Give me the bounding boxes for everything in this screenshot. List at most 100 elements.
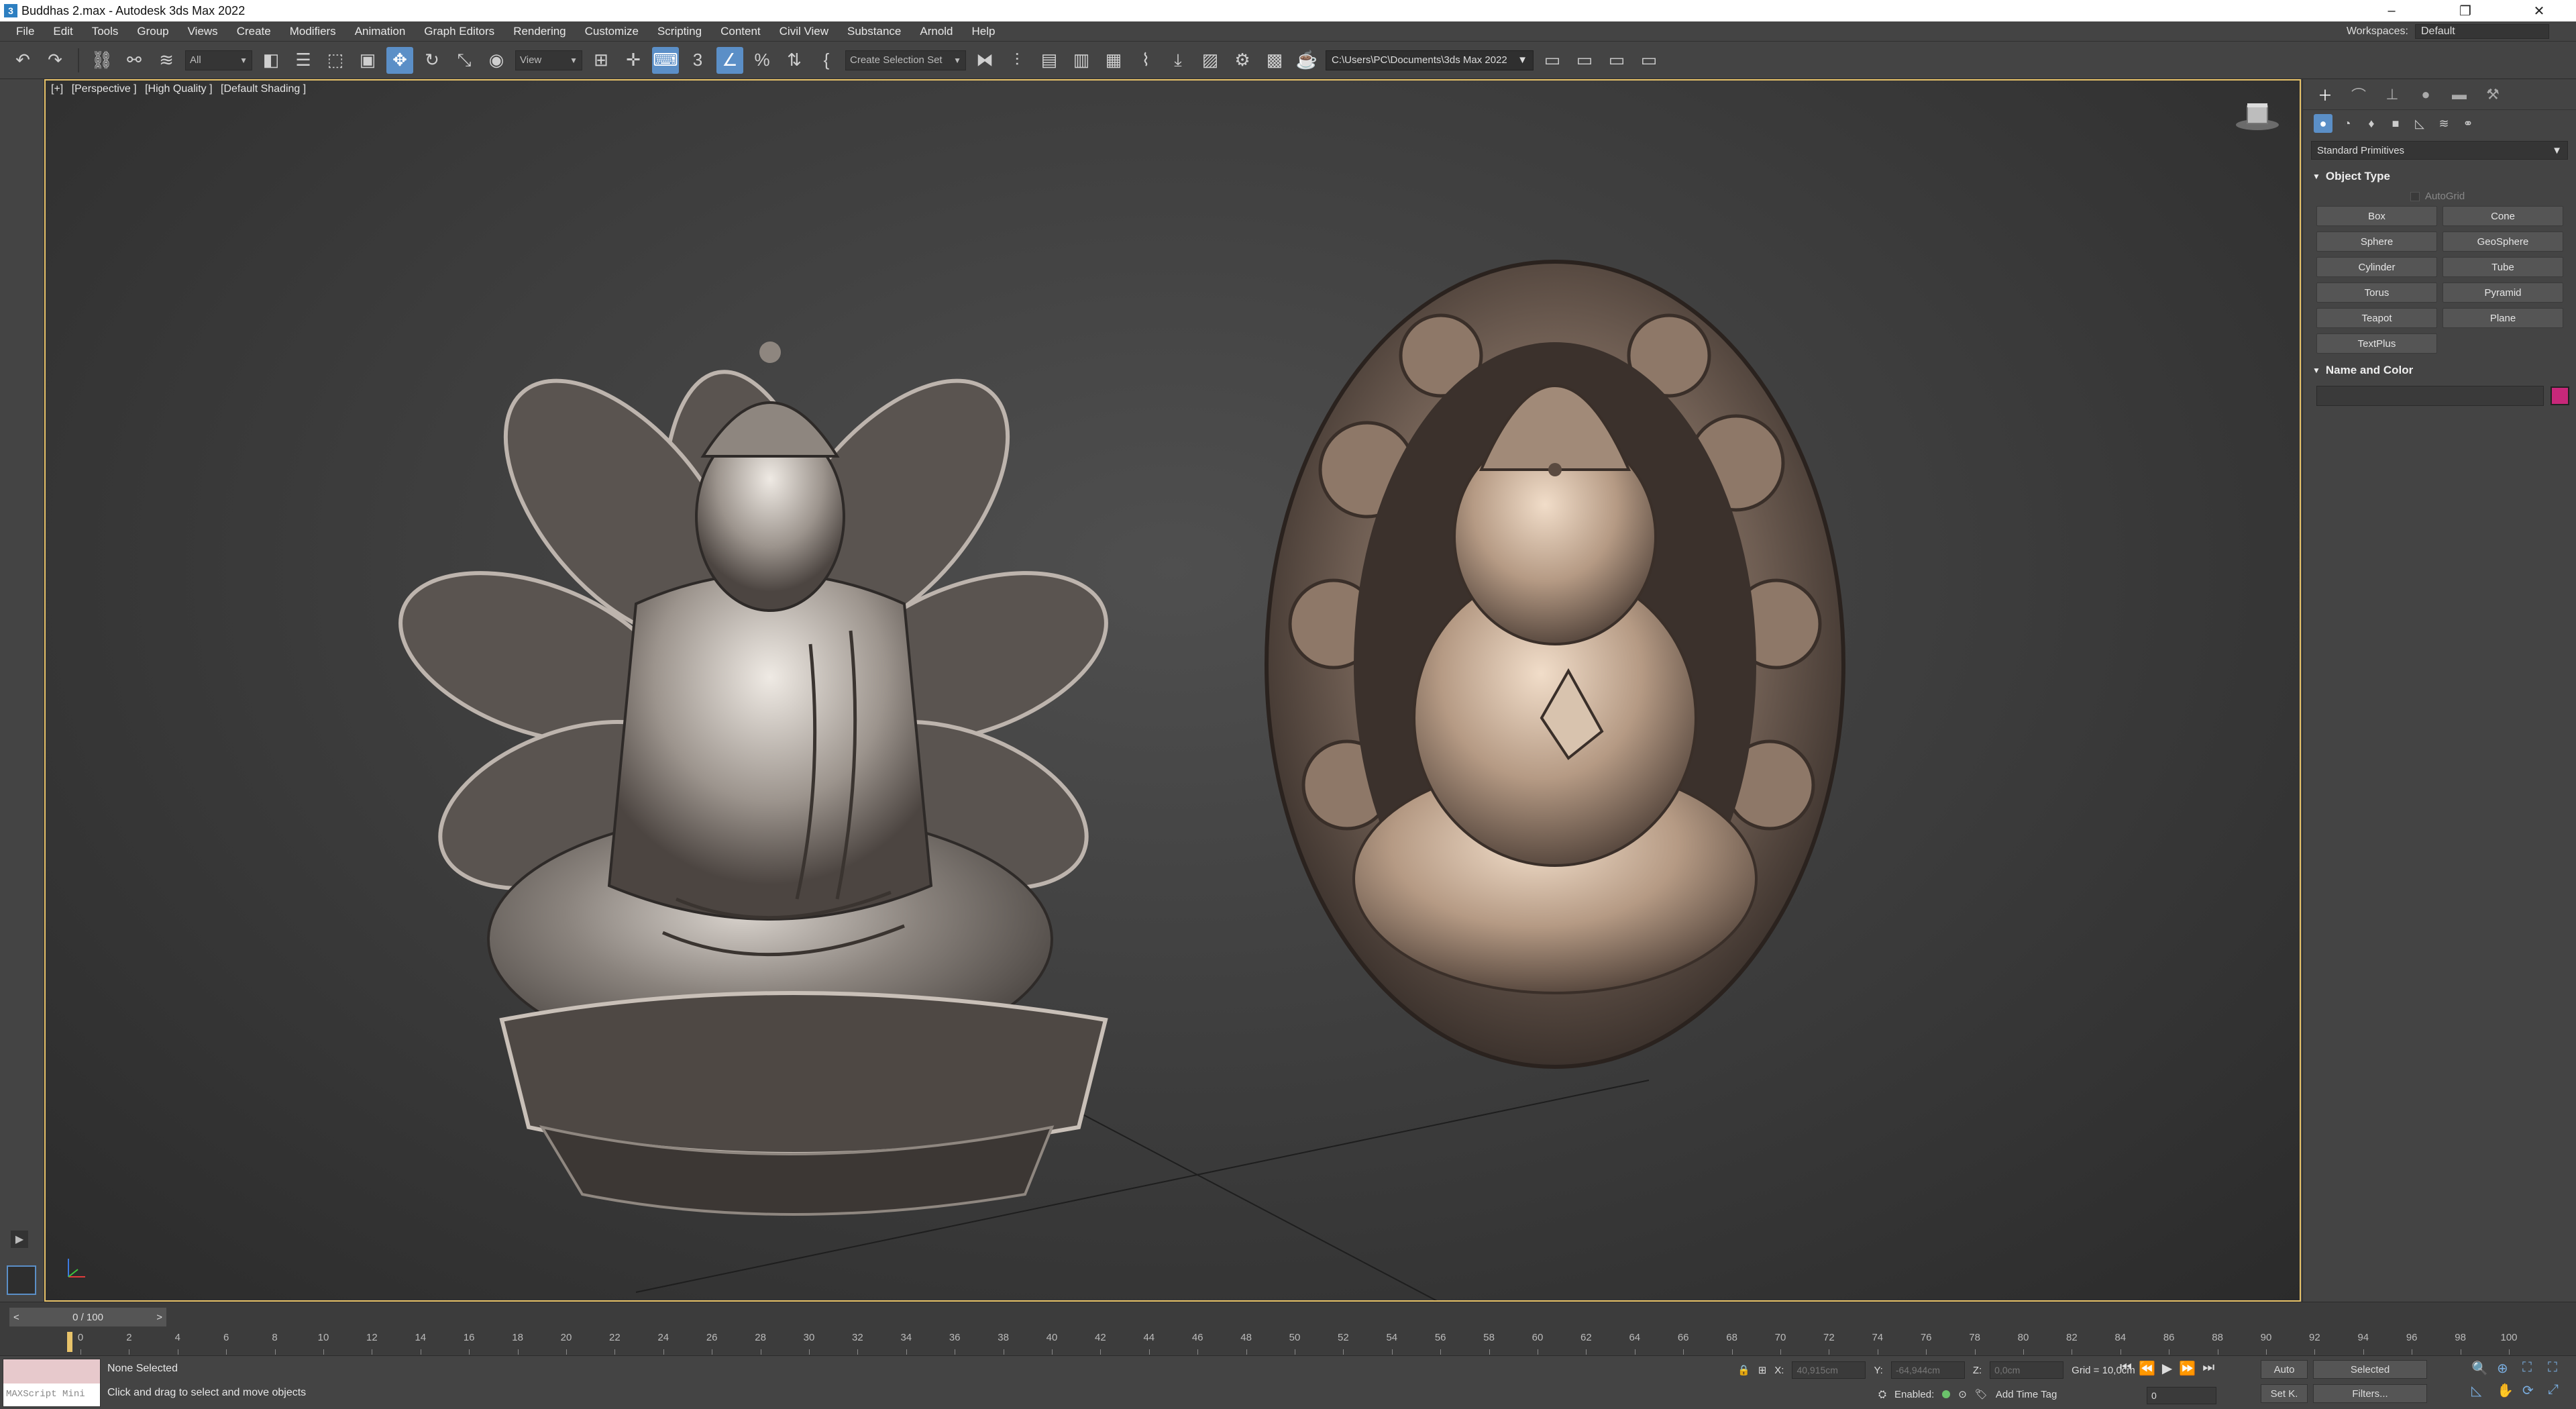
menu-tools[interactable]: Tools [83, 25, 128, 38]
zoom-extents-icon[interactable]: ⛶ [2522, 1360, 2542, 1377]
z-coordinate-field[interactable]: 0,0cm [1990, 1361, 2064, 1379]
time-slider-prev-button[interactable]: < [13, 1312, 19, 1323]
reference-coordinate-dropdown[interactable]: View ▼ [515, 50, 582, 70]
primitive-category-dropdown[interactable]: Standard Primitives ▼ [2311, 141, 2568, 160]
key-filters-button[interactable]: Filters... [2313, 1384, 2427, 1403]
render-setup-icon[interactable]: ⚙ [1229, 47, 1256, 74]
menu-content[interactable]: Content [711, 25, 770, 38]
space-warps-icon[interactable]: ≋ [2434, 114, 2453, 133]
motion-tab-icon[interactable]: ● [2414, 83, 2437, 106]
maxscript-listener[interactable]: MAXScript Mini [3, 1359, 101, 1407]
maximize-viewport-icon[interactable]: ⤢ [2548, 1382, 2568, 1399]
edit-named-selection-icon[interactable]: { [813, 47, 840, 74]
pyramid-button[interactable]: Pyramid [2443, 282, 2563, 303]
scene-explorer-icon[interactable]: ▤ [1036, 47, 1063, 74]
pan-icon[interactable]: ✋ [2497, 1382, 2517, 1399]
autogrid-checkbox[interactable]: AutoGrid [2410, 191, 2569, 202]
restore-button[interactable]: ❐ [2428, 0, 2502, 21]
minimize-button[interactable]: – [2355, 0, 2428, 21]
systems-icon[interactable]: ⚭ [2459, 114, 2477, 133]
geometry-icon[interactable]: ● [2314, 114, 2332, 133]
spinner-snap-icon[interactable]: ⇅ [781, 47, 808, 74]
go-to-end-icon[interactable]: ⏭ [2202, 1360, 2214, 1377]
lights-icon[interactable]: ♦ [2362, 114, 2381, 133]
window-crossing-icon[interactable]: ▣ [354, 47, 381, 74]
menu-views[interactable]: Views [178, 25, 227, 38]
menu-file[interactable]: File [7, 25, 44, 38]
snaps-toggle-icon[interactable]: 3 [684, 47, 711, 74]
current-frame-field[interactable]: 0 [2147, 1387, 2216, 1404]
redo-icon[interactable]: ↷ [42, 47, 68, 74]
menu-graph-editors[interactable]: Graph Editors [415, 25, 504, 38]
project-folder-icon[interactable]: ▭ [1539, 47, 1566, 74]
selection-filter-dropdown[interactable]: All ▼ [185, 50, 252, 70]
menu-help[interactable]: Help [963, 25, 1005, 38]
zoom-extents-all-icon[interactable]: ⛶ [2548, 1360, 2568, 1377]
menu-group[interactable]: Group [127, 25, 178, 38]
select-object-icon[interactable]: ◧ [258, 47, 284, 74]
cone-button[interactable]: Cone [2443, 206, 2563, 226]
modify-tab-icon[interactable]: ⌒ [2347, 83, 2370, 106]
menu-customize[interactable]: Customize [576, 25, 648, 38]
isolate-toggle-icon[interactable]: ⊙ [1958, 1388, 1967, 1400]
utilities-tab-icon[interactable]: ⚒ [2481, 83, 2504, 106]
pivot-center-icon[interactable]: ⊞ [588, 47, 614, 74]
play-icon[interactable]: ▶ [2162, 1360, 2172, 1377]
project-path-dropdown[interactable]: C:\Users\PC\Documents\3ds Max 2022 ▼ [1326, 50, 1534, 70]
keyboard-shortcut-override-icon[interactable]: ⌨ [652, 46, 679, 74]
helpers-icon[interactable]: ◺ [2410, 114, 2429, 133]
lock-selection-icon[interactable]: 🔒 [1737, 1364, 1750, 1376]
orbit-icon[interactable]: ⟳ [2522, 1382, 2542, 1399]
place-icon[interactable]: ◉ [483, 47, 510, 74]
perspective-viewport[interactable]: [+] [Perspective ] [High Quality ] [Defa… [44, 79, 2301, 1302]
viewcube-icon[interactable] [2234, 99, 2281, 133]
render-production-icon[interactable]: ☕ [1293, 47, 1320, 74]
select-manipulate-icon[interactable]: ✛ [620, 47, 647, 74]
sphere-button[interactable]: Sphere [2316, 231, 2437, 252]
menu-arnold[interactable]: Arnold [910, 25, 962, 38]
menu-animation[interactable]: Animation [345, 25, 415, 38]
go-to-start-icon[interactable]: ⏮ [2120, 1360, 2132, 1377]
torus-button[interactable]: Torus [2316, 282, 2437, 303]
named-selection-set-dropdown[interactable]: Create Selection Set ▼ [845, 50, 966, 70]
set-key-button[interactable]: Set K. [2261, 1384, 2308, 1403]
add-time-tag-button[interactable]: Add Time Tag [1996, 1389, 2057, 1400]
adaptive-degradation-icon[interactable]: ⛭ [1878, 1389, 1886, 1400]
create-tab-icon[interactable]: ＋ [2314, 83, 2337, 106]
layer-explorer-icon[interactable]: ▥ [1068, 47, 1095, 74]
percent-snap-icon[interactable]: % [749, 47, 775, 74]
maxscript-output[interactable] [3, 1359, 100, 1384]
menu-scripting[interactable]: Scripting [648, 25, 711, 38]
menu-create[interactable]: Create [227, 25, 280, 38]
angle-snap-icon[interactable]: ∠ [716, 46, 743, 74]
track-bar[interactable]: 0 2 4 6 8 10 12 14 16 18 20 22 24 26 28 30 32 34 36 38 40 42 4… [67, 1332, 2522, 1355]
menu-modifiers[interactable]: Modifiers [280, 25, 345, 38]
display-tab-icon[interactable]: ▬ [2448, 83, 2471, 106]
menu-civil-view[interactable]: Civil View [770, 25, 838, 38]
hierarchy-tab-icon[interactable]: ⊥ [2381, 83, 2404, 106]
box-button[interactable]: Box [2316, 206, 2437, 226]
link-icon[interactable]: ⛓ [89, 47, 115, 74]
rectangular-selection-icon[interactable]: ⬚ [322, 47, 349, 74]
time-slider[interactable]: < 0 / 100 > [9, 1308, 166, 1326]
bind-space-warp-icon[interactable]: ≋ [153, 47, 180, 74]
undo-icon[interactable]: ↶ [9, 47, 36, 74]
menu-edit[interactable]: Edit [44, 25, 82, 38]
buddha-statue-model[interactable] [381, 228, 1186, 1248]
playhead[interactable] [67, 1332, 72, 1352]
absolute-mode-icon[interactable]: ⊞ [1758, 1364, 1767, 1376]
time-slider-next-button[interactable]: > [156, 1312, 162, 1323]
field-of-view-icon[interactable]: ◺ [2471, 1382, 2491, 1399]
select-and-rotate-icon[interactable]: ↻ [419, 47, 445, 74]
selection-filter-key-dropdown[interactable]: Selected [2313, 1360, 2427, 1379]
toggle-ribbon-icon[interactable]: ▦ [1100, 47, 1127, 74]
schematic-view-icon[interactable]: ⤓ [1165, 47, 1191, 74]
next-frame-icon[interactable]: ⏩ [2179, 1360, 2196, 1377]
geosphere-button[interactable]: GeoSphere [2443, 231, 2563, 252]
select-and-scale-icon[interactable]: ⤡ [451, 47, 478, 74]
zoom-all-icon[interactable]: ⊕ [2497, 1360, 2517, 1377]
menu-substance[interactable]: Substance [838, 25, 910, 38]
rendered-frame-window-icon[interactable]: ▩ [1261, 47, 1288, 74]
select-by-name-icon[interactable]: ☰ [290, 47, 317, 74]
plane-button[interactable]: Plane [2443, 308, 2563, 328]
